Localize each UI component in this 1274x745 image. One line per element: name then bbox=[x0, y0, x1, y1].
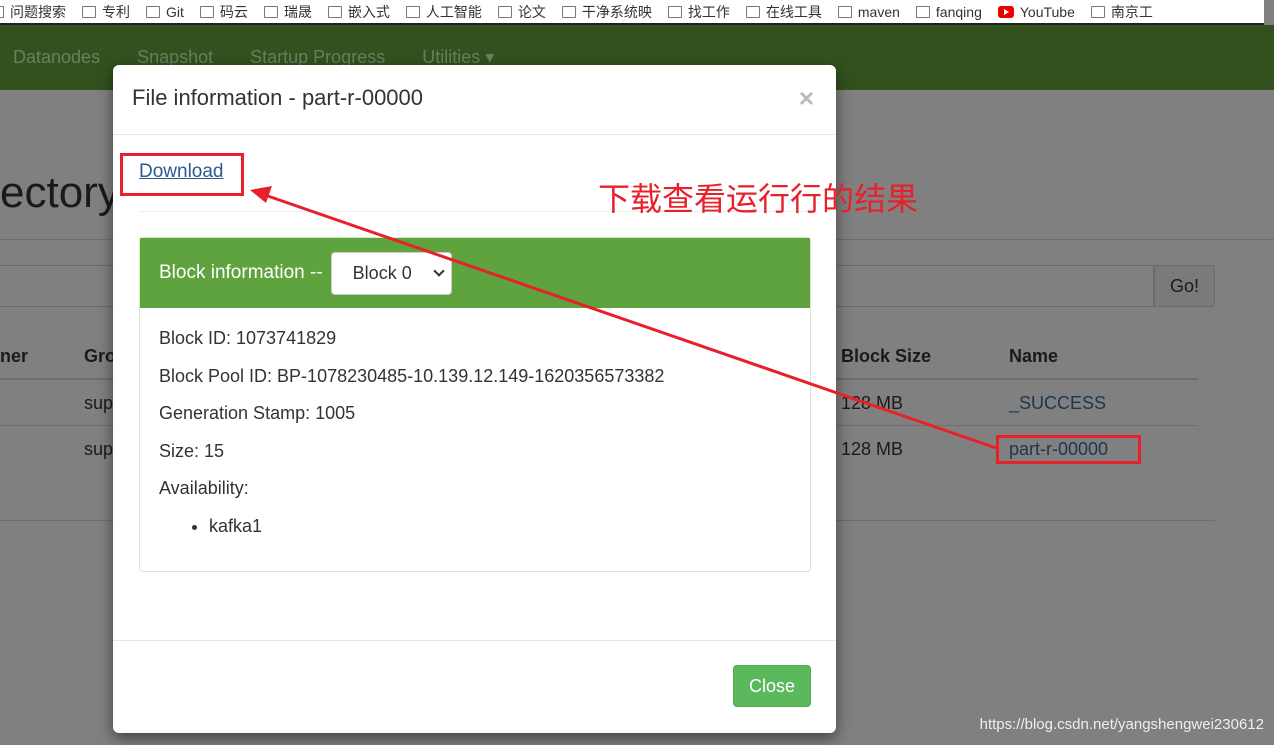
annotation-text: 下载查看运行行的结果 bbox=[598, 181, 919, 217]
annotation-arrow bbox=[250, 186, 997, 450]
watermark: https://blog.csdn.net/yangshengwei230612 bbox=[979, 716, 1264, 733]
